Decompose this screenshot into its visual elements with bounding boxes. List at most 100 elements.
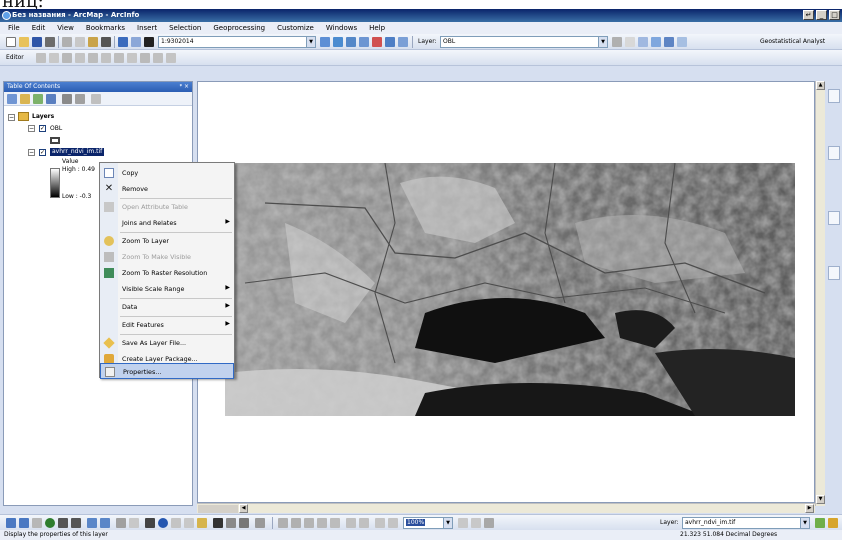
edit-annotation-icon[interactable] xyxy=(166,53,176,63)
python-window-icon[interactable] xyxy=(385,37,395,47)
find-icon[interactable] xyxy=(213,518,223,528)
full-extent-icon[interactable] xyxy=(45,518,55,528)
zoom-out-icon[interactable] xyxy=(19,518,29,528)
restore-icon[interactable]: ↵ xyxy=(803,10,814,20)
expand-layers-icon[interactable]: − xyxy=(8,114,15,121)
rotate-icon[interactable] xyxy=(114,53,124,63)
layout-back-icon[interactable] xyxy=(375,518,385,528)
back-icon[interactable] xyxy=(87,518,97,528)
chevron-down-icon[interactable]: ▼ xyxy=(598,37,607,47)
editor-toolbar-icon[interactable] xyxy=(320,37,330,47)
print-icon[interactable] xyxy=(45,37,55,47)
dock-catalog-tab[interactable] xyxy=(828,89,840,103)
time-slider-icon[interactable] xyxy=(255,518,265,528)
focus-data-frame-icon[interactable] xyxy=(471,518,481,528)
annotation-edit-icon[interactable] xyxy=(49,53,59,63)
layout-fixed-out-icon[interactable] xyxy=(359,518,369,528)
menu-item-visible-scale-range[interactable]: Visible Scale Range ▶ xyxy=(100,281,234,297)
save-icon[interactable] xyxy=(32,37,42,47)
forward-icon[interactable] xyxy=(100,518,110,528)
menu-item-copy[interactable]: Copy xyxy=(100,165,234,181)
zoom-in-icon[interactable] xyxy=(6,518,16,528)
chevron-down-icon[interactable]: ▼ xyxy=(306,37,315,47)
toggle-draft-icon[interactable] xyxy=(458,518,468,528)
modelbuilder-icon[interactable] xyxy=(398,37,408,47)
histogram-stretch-icon[interactable] xyxy=(828,518,838,528)
list-by-drawing-order-icon[interactable] xyxy=(7,94,17,104)
scroll-down-icon[interactable]: ▼ xyxy=(816,495,825,504)
chevron-down-icon[interactable]: ▼ xyxy=(800,518,809,528)
select-elements-icon[interactable] xyxy=(145,518,155,528)
cut-icon[interactable] xyxy=(62,37,72,47)
measure-icon[interactable] xyxy=(197,518,207,528)
scroll-up-icon[interactable]: ▲ xyxy=(816,81,825,90)
bottom-layer-combo[interactable]: avhrr_ndvi_im.tif ▼ xyxy=(682,517,810,529)
zoom-100-icon[interactable] xyxy=(330,518,340,528)
scroll-right-icon[interactable]: ▶ xyxy=(805,504,814,513)
new-document-icon[interactable] xyxy=(6,37,16,47)
menu-insert[interactable]: Insert xyxy=(131,22,163,32)
menu-bookmarks[interactable]: Bookmarks xyxy=(80,22,131,32)
straight-segment-icon[interactable] xyxy=(62,53,72,63)
menu-item-save-as-layer-file[interactable]: Save As Layer File... xyxy=(100,335,234,351)
contrast-icon[interactable] xyxy=(612,37,622,47)
identify-icon[interactable] xyxy=(158,518,168,528)
zoom-whole-page-icon[interactable] xyxy=(317,518,327,528)
raster-layer-label[interactable]: avhrr_ndvi_im.tif xyxy=(50,148,105,156)
toc-close-icon[interactable]: ᵠ × xyxy=(180,82,189,92)
sketch-icon[interactable] xyxy=(75,53,85,63)
menu-item-zoom-to-layer[interactable]: Zoom To Layer xyxy=(100,233,234,249)
obl-layer-label[interactable]: OBL xyxy=(50,125,62,132)
expand-obl-icon[interactable]: − xyxy=(28,125,35,132)
html-popup-icon[interactable] xyxy=(184,518,194,528)
dock-results-tab[interactable] xyxy=(828,266,840,280)
change-layout-icon[interactable] xyxy=(484,518,494,528)
layer-combo[interactable]: OBL ▼ xyxy=(440,36,608,48)
layout-zoom-out-icon[interactable] xyxy=(291,518,301,528)
find-route-icon[interactable] xyxy=(226,518,236,528)
menu-windows[interactable]: Windows xyxy=(320,22,363,32)
menu-view[interactable]: View xyxy=(51,22,80,32)
hyperlink-icon[interactable] xyxy=(171,518,181,528)
layers-root-label[interactable]: Layers xyxy=(32,113,54,120)
expand-raster-icon[interactable]: − xyxy=(28,149,35,156)
map-scale-combo[interactable]: 1:9302014 ▼ xyxy=(158,36,316,48)
layout-fixed-in-icon[interactable] xyxy=(346,518,356,528)
paste-icon[interactable] xyxy=(88,37,98,47)
editor-menu[interactable]: Editor xyxy=(6,54,24,61)
list-by-selection-icon[interactable] xyxy=(46,94,56,104)
menu-help[interactable]: Help xyxy=(363,22,391,32)
toc-options-icon[interactable] xyxy=(62,94,72,104)
minimize-button[interactable]: _ xyxy=(816,10,827,20)
menu-selection[interactable]: Selection xyxy=(163,22,207,32)
menu-geoprocessing[interactable]: Geoprocessing xyxy=(207,22,271,32)
undo-icon[interactable] xyxy=(118,37,128,47)
menu-file[interactable]: File xyxy=(0,22,26,32)
map-display[interactable] xyxy=(197,81,815,503)
brightness-icon[interactable] xyxy=(625,37,635,47)
maximize-button[interactable]: □ xyxy=(829,10,840,20)
list-by-visibility-icon[interactable] xyxy=(33,94,43,104)
edit-tool-icon[interactable] xyxy=(36,53,46,63)
map-vertical-scrollbar[interactable]: ▲ ▼ xyxy=(815,81,825,506)
menu-item-zoom-to-raster-resolution[interactable]: Zoom To Raster Resolution xyxy=(100,265,234,281)
split-icon[interactable] xyxy=(101,53,111,63)
toc-expand-icon[interactable] xyxy=(75,94,85,104)
menu-customize[interactable]: Customize xyxy=(271,22,320,32)
go-to-xy-icon[interactable] xyxy=(239,518,249,528)
layout-pan-icon[interactable] xyxy=(304,518,314,528)
pan-icon[interactable] xyxy=(32,518,42,528)
obl-visibility-checkbox[interactable]: ✓ xyxy=(39,125,46,132)
redo-icon[interactable] xyxy=(131,37,141,47)
list-by-source-icon[interactable] xyxy=(20,94,30,104)
menu-item-edit-features[interactable]: Edit Features ▶ xyxy=(100,317,234,333)
chevron-down-icon[interactable]: ▼ xyxy=(443,518,452,528)
vertex-icon[interactable] xyxy=(88,53,98,63)
dock-search-tab[interactable] xyxy=(828,146,840,160)
attributes-icon[interactable] xyxy=(127,53,137,63)
swipe-icon[interactable] xyxy=(638,37,648,47)
map-horizontal-scrollbar[interactable]: ◀ ▶ xyxy=(197,503,815,513)
menu-item-joins-and-relates[interactable]: Joins and Relates ▶ xyxy=(100,215,234,231)
copy-icon[interactable] xyxy=(75,37,85,47)
layout-forward-icon[interactable] xyxy=(388,518,398,528)
